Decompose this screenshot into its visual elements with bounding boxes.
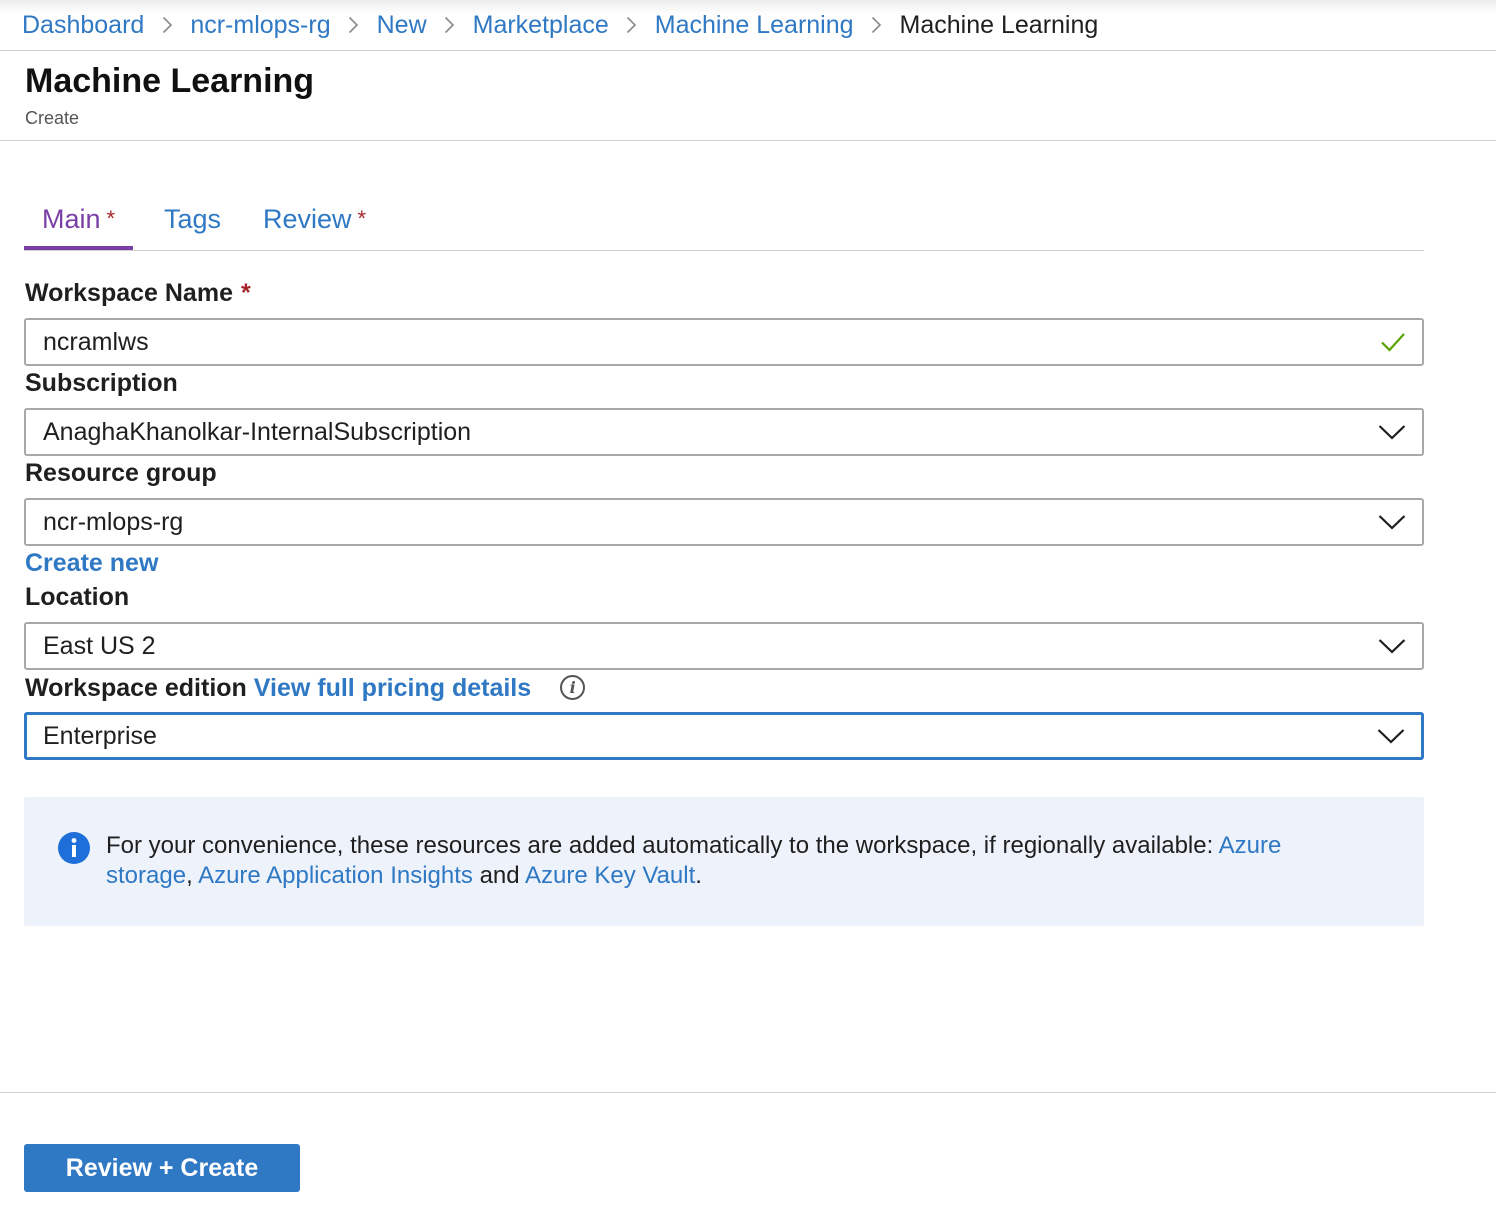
required-asterisk: * [357, 206, 367, 231]
chevron-right-icon [854, 16, 900, 34]
workspace-edition-label: Workspace edition View full pricing deta… [25, 674, 586, 704]
review-create-button[interactable]: Review + Create [24, 1144, 300, 1192]
tab-main[interactable]: Main * [24, 196, 134, 250]
workspace-name-label: Workspace Name * [25, 279, 251, 308]
tab-review[interactable]: Review * [263, 196, 366, 250]
breadcrumb-machine-learning[interactable]: Machine Learning [655, 11, 854, 40]
info-banner-text: For your convenience, these resources ar… [106, 831, 1286, 891]
chevron-right-icon [144, 16, 190, 34]
breadcrumb-current: Machine Learning [899, 10, 1099, 39]
breadcrumb: Dashboard ncr-mlops-rg New Marketplace M… [0, 0, 1496, 51]
required-asterisk: * [240, 279, 251, 307]
subscription-select[interactable]: AnaghaKhanolkar-InternalSubscription [24, 408, 1424, 456]
info-text-prefix: For your convenience, these resources ar… [106, 832, 1219, 859]
info-text-sep: and [472, 862, 525, 889]
tab-tags-label: Tags [164, 204, 222, 234]
info-icon[interactable]: i [560, 674, 586, 700]
location-label: Location [25, 583, 130, 611]
chevron-right-icon [331, 16, 377, 34]
header-divider [0, 140, 1496, 141]
resource-group-value: ncr-mlops-rg [43, 507, 184, 536]
workspace-name-value: ncramlws [43, 327, 149, 356]
resource-group-label: Resource group [25, 459, 217, 487]
resource-group-select[interactable]: ncr-mlops-rg [24, 498, 1424, 546]
breadcrumb-resource-group[interactable]: ncr-mlops-rg [190, 11, 330, 40]
subscription-value: AnaghaKhanolkar-InternalSubscription [43, 417, 472, 446]
info-text-sep: , [186, 862, 199, 889]
tab-review-label: Review [263, 204, 352, 234]
required-asterisk: * [106, 206, 116, 231]
tab-main-label: Main [42, 204, 101, 234]
info-icon [58, 832, 90, 869]
chevron-right-icon [609, 16, 655, 34]
info-banner: For your convenience, these resources ar… [24, 797, 1424, 926]
chevron-right-icon [427, 16, 473, 34]
subscription-label: Subscription [25, 369, 178, 397]
breadcrumb-marketplace[interactable]: Marketplace [473, 11, 609, 40]
chevron-down-icon [1378, 638, 1406, 654]
create-new-link[interactable]: Create new [25, 549, 158, 578]
page-title: Machine Learning [25, 62, 315, 100]
workspace-edition-select[interactable]: Enterprise [24, 712, 1424, 760]
location-select[interactable]: East US 2 [24, 622, 1424, 670]
chevron-down-icon [1378, 514, 1406, 530]
checkmark-icon [1380, 331, 1406, 353]
pricing-details-link[interactable]: View full pricing details [254, 674, 531, 702]
workspace-name-label-text: Workspace Name [25, 279, 233, 307]
workspace-edition-label-text: Workspace edition [25, 674, 247, 702]
workspace-name-input[interactable]: ncramlws [24, 318, 1424, 366]
azure-app-insights-link[interactable]: Azure Application Insights [198, 862, 473, 889]
tab-bar: Main * Tags Review * [24, 196, 1424, 251]
breadcrumb-new[interactable]: New [377, 11, 427, 40]
chevron-down-icon [1378, 424, 1406, 440]
footer-divider [0, 1092, 1496, 1093]
breadcrumb-dashboard[interactable]: Dashboard [22, 11, 144, 40]
azure-key-vault-link[interactable]: Azure Key Vault [525, 862, 695, 889]
page-subtitle: Create [25, 108, 80, 128]
workspace-edition-value: Enterprise [43, 721, 157, 750]
info-text-suffix: . [695, 862, 702, 889]
tab-tags[interactable]: Tags [164, 196, 221, 250]
location-value: East US 2 [43, 631, 156, 660]
chevron-down-icon [1377, 728, 1405, 744]
